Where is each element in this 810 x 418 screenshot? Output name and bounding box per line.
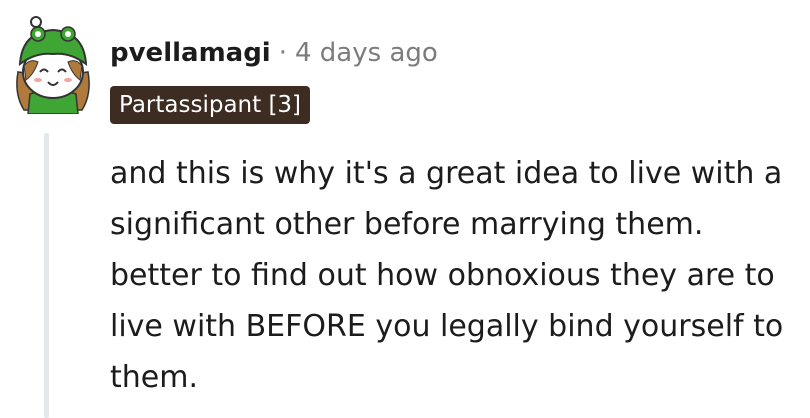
meta-separator: · [278, 38, 287, 68]
user-avatar[interactable] [8, 14, 98, 115]
user-flair-badge: Partassipant [3] [110, 86, 311, 124]
username-link[interactable]: pvellamagi [110, 35, 271, 71]
thread-collapse-line[interactable] [44, 133, 49, 418]
snoo-avatar-icon [16, 16, 90, 115]
comment-meta: pvellamagi · 4 days ago [110, 35, 438, 71]
comment-timestamp[interactable]: 4 days ago [295, 35, 438, 71]
comment-body: and this is why it's a great idea to liv… [110, 156, 784, 395]
comment: pvellamagi · 4 days ago Partassipant [3]… [0, 0, 810, 418]
